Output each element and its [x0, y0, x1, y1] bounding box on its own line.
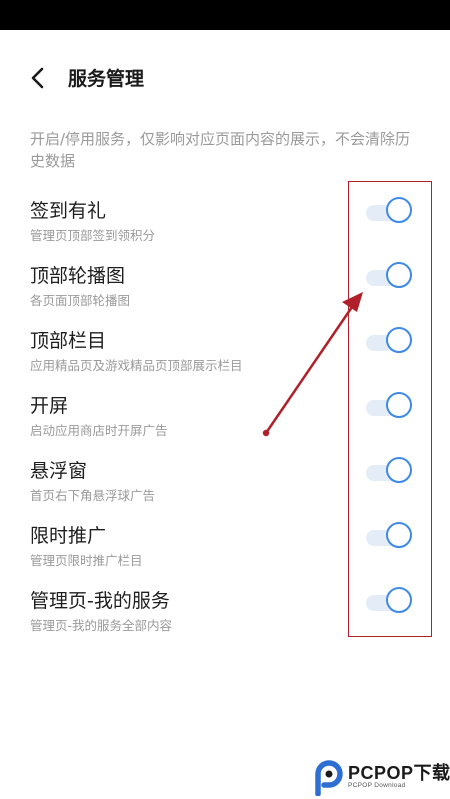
service-item-title: 悬浮窗 [30, 460, 88, 482]
service-item-subtitle: 应用精品页及游戏精品页顶部展示栏目 [30, 358, 243, 373]
service-item-subtitle: 首页右下角悬浮球广告 [30, 488, 156, 503]
service-item-subtitle: 管理页-我的服务全部内容 [30, 618, 173, 633]
back-button[interactable] [22, 62, 54, 94]
service-item-subtitle: 管理页顶部签到领积分 [30, 228, 156, 243]
service-item-title: 管理页-我的服务 [30, 590, 170, 612]
service-item-subtitle: 各页面顶部轮播图 [30, 293, 131, 308]
pcpop-logo-icon [315, 760, 343, 796]
service-item-subtitle: 启动应用商店时开屏广告 [30, 423, 168, 438]
service-item-title: 签到有礼 [30, 200, 107, 222]
service-item-title: 顶部栏目 [30, 330, 107, 352]
chevron-left-icon [31, 67, 44, 89]
service-item-subtitle: 管理页限时推广栏目 [30, 553, 143, 568]
annotation-highlight-box [348, 181, 432, 637]
service-item-title: 限时推广 [30, 525, 107, 547]
watermark: PCPOP下载 PCPOP Download [310, 754, 450, 798]
watermark-subtext: PCPOP Download [348, 782, 406, 789]
service-item-title: 顶部轮播图 [30, 265, 126, 287]
status-bar [0, 0, 450, 30]
header: 服务管理 [0, 52, 450, 102]
service-item-title: 开屏 [30, 395, 69, 417]
service-description: 开启/停用服务，仅影响对应页面内容的展示，不会清除历史数据 [30, 130, 411, 170]
page-title: 服务管理 [68, 68, 145, 90]
